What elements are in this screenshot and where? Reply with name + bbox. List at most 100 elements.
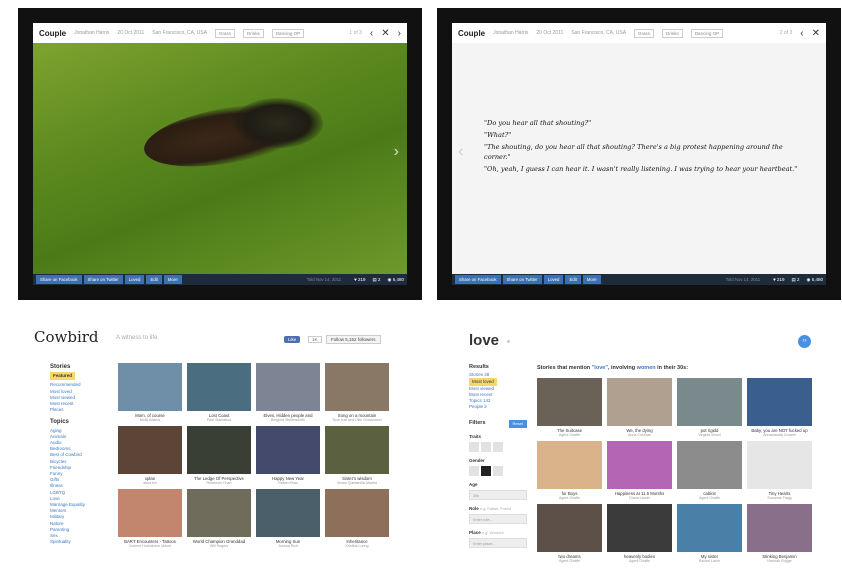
next-slide-icon[interactable]: › — [394, 143, 399, 161]
more-button[interactable]: More — [582, 275, 601, 284]
result-author[interactable]: Agent Giraffe — [537, 559, 602, 563]
story-thumbnail[interactable] — [118, 426, 182, 474]
tag[interactable]: Grass — [634, 28, 655, 38]
reset-button[interactable]: Reset — [508, 420, 527, 428]
result-author[interactable]: Agent Giraffe — [537, 433, 602, 437]
like-button[interactable]: Like — [284, 336, 301, 343]
loved-button[interactable]: Loved — [543, 275, 564, 284]
close-icon[interactable]: ✕ — [812, 28, 820, 39]
results-item-label[interactable]: People 2 — [469, 404, 487, 409]
story-author[interactable]: Corinne Hutchinson Moore — [118, 544, 182, 548]
story-author[interactable]: Rhiannon Chan — [187, 481, 251, 485]
prev-slide-icon[interactable]: ‹ — [458, 143, 463, 161]
results-item[interactable]: Most loved — [469, 378, 527, 386]
male-option[interactable] — [469, 466, 479, 476]
story-card[interactable]: Mom, of course Molly Adams — [118, 363, 182, 422]
story-card[interactable]: The Ledge Of Perspective Rhiannon Chan — [187, 426, 251, 485]
result-card[interactable]: heavenly bodies Agent Giraffe — [607, 504, 672, 563]
result-author[interactable]: Suzanne Flagg — [747, 496, 812, 500]
result-thumbnail[interactable] — [607, 504, 672, 552]
story-title[interactable]: Couple — [458, 29, 485, 38]
result-thumbnail[interactable] — [747, 441, 812, 489]
story-author[interactable]: Jonathan Harris — [74, 30, 109, 36]
share-facebook-button[interactable]: Share on Facebook — [455, 275, 501, 284]
other-option[interactable] — [493, 466, 503, 476]
cowbird-logo[interactable]: Cowbird — [34, 328, 99, 346]
story-card[interactable]: Inheritance Kristina Loring — [325, 489, 389, 548]
close-icon[interactable]: ✕ — [381, 28, 389, 39]
result-card[interactable]: We, the dying Anna Cochran — [607, 378, 672, 437]
results-item-label[interactable]: Topics 142 — [469, 398, 491, 403]
story-title[interactable]: Couple — [39, 29, 66, 38]
stories-count[interactable]: ▤ 2 — [373, 277, 381, 283]
female-option[interactable] — [481, 466, 491, 476]
result-card[interactable]: The Suitcase Agent Giraffe — [537, 378, 602, 437]
result-thumbnail[interactable] — [677, 441, 742, 489]
result-thumbnail[interactable] — [677, 504, 742, 552]
follow-button[interactable]: Follow 5,152 followers — [326, 335, 381, 344]
story-author[interactable]: Joshua Rich — [256, 544, 320, 548]
results-item-label[interactable]: Most viewed — [469, 386, 494, 391]
embed-icon[interactable]: ‹› — [798, 335, 811, 348]
result-thumbnail[interactable] — [607, 441, 672, 489]
story-card[interactable]: Morning Sun Joshua Rich — [256, 489, 320, 548]
result-author[interactable]: Hannah Rogge — [747, 559, 812, 563]
result-author[interactable]: Rachel Lauer — [677, 559, 742, 563]
loves-count[interactable]: ♥ 219 — [773, 277, 784, 282]
loves-count[interactable]: ♥ 219 — [354, 277, 365, 282]
story-location[interactable]: San Francisco, CA, USA — [152, 30, 207, 36]
result-card[interactable]: cabinit Agent Giraffe — [677, 441, 742, 500]
story-card[interactable]: BART Encounters - Tattoos Corinne Hutchin… — [118, 489, 182, 548]
trait-option[interactable] — [493, 442, 503, 452]
result-thumbnail[interactable] — [537, 504, 602, 552]
result-author[interactable]: Virginia Wood — [677, 433, 742, 437]
story-author[interactable]: Jonathan Harris — [493, 30, 528, 36]
result-card[interactable]: My sister Rachel Lauer — [677, 504, 742, 563]
result-card[interactable]: Happiness at 11.5 Months Diana Laurel — [607, 441, 672, 500]
more-button[interactable]: More — [163, 275, 182, 284]
result-card[interactable]: Tiny Hearts Suzanne Flagg — [747, 441, 812, 500]
sidebar-item-featured[interactable]: Featured — [50, 372, 76, 381]
next-arrow-icon[interactable]: › — [398, 28, 401, 39]
result-thumbnail[interactable] — [607, 378, 672, 426]
story-thumbnail[interactable] — [325, 426, 389, 474]
story-card[interactable]: xplan alma fox — [118, 426, 182, 485]
story-card[interactable]: Lost Coast Paul Stamatiou — [187, 363, 251, 422]
result-author[interactable]: Agent Giraffe — [607, 559, 672, 563]
story-card[interactable]: Elves, Hidden people and Berglind Stefáns… — [256, 363, 320, 422]
result-thumbnail[interactable] — [747, 378, 812, 426]
trait-option[interactable] — [481, 442, 491, 452]
story-thumbnail[interactable] — [256, 489, 320, 537]
trait-option[interactable] — [469, 442, 479, 452]
result-card[interactable]: two dreams Agent Giraffe — [537, 504, 602, 563]
story-thumbnail[interactable] — [118, 363, 182, 411]
role-input[interactable]: Enter role... — [469, 514, 527, 524]
result-author[interactable]: Anna Cochran — [607, 433, 672, 437]
share-twitter-button[interactable]: Share on Twitter — [83, 275, 123, 284]
result-card[interactable]: pot rigidd Virginia Wood — [677, 378, 742, 437]
results-item[interactable]: People 2 — [469, 404, 527, 410]
story-author[interactable]: Will Rogers — [187, 544, 251, 548]
tag[interactable]: Dancing OP — [271, 28, 305, 38]
result-author[interactable]: Agent Giraffe — [677, 496, 742, 500]
story-location[interactable]: San Francisco, CA, USA — [571, 30, 626, 36]
share-twitter-button[interactable]: Share on Twitter — [502, 275, 542, 284]
prev-arrow-icon[interactable]: ‹ — [370, 28, 373, 39]
story-author[interactable]: alma fox — [118, 481, 182, 485]
story-card[interactable]: Sister's wisdom Vivian Quintanilla-Madrid — [325, 426, 389, 485]
result-thumbnail[interactable] — [537, 441, 602, 489]
tag[interactable]: Dancing OP — [690, 28, 724, 38]
results-item-label[interactable]: Stories 48 — [469, 372, 489, 377]
story-author[interactable]: Rakan Khan — [256, 481, 320, 485]
result-thumbnail[interactable] — [537, 378, 602, 426]
tag[interactable]: Drinks — [662, 28, 683, 38]
result-author[interactable]: Diana Laurel — [607, 496, 672, 500]
story-card[interactable]: Happy New Year Rakan Khan — [256, 426, 320, 485]
story-thumbnail[interactable] — [118, 489, 182, 537]
tag[interactable]: Grass — [215, 28, 236, 38]
result-thumbnail[interactable] — [677, 378, 742, 426]
tag[interactable]: Drinks — [243, 28, 264, 38]
story-thumbnail[interactable] — [187, 426, 251, 474]
result-card[interactable]: for Boys Agent Giraffe — [537, 441, 602, 500]
age-select[interactable]: 30s — [469, 490, 527, 500]
